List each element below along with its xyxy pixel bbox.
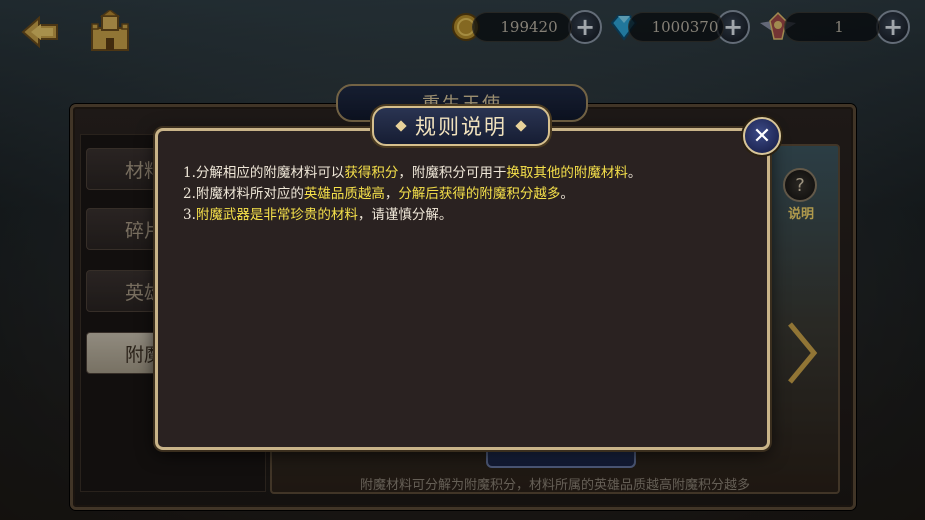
- rule-highlight-text: 英雄品质越高: [303, 186, 385, 202]
- rule-text: 分解相应的附魔材料可以: [195, 165, 345, 181]
- rule-highlight-text: 获得积分: [344, 165, 399, 181]
- rule-highlight-text: 附魔武器是非常珍贵的材料: [195, 207, 358, 223]
- rule-text: ，附魔积分可用于: [398, 165, 507, 181]
- dialog-title-banner: 规则说明: [372, 106, 550, 146]
- rule-number: 3.: [183, 207, 196, 223]
- rule-line: 2.附魔材料所对应的英雄品质越高，分解后获得的附魔积分越多。: [183, 184, 763, 205]
- rule-text: 。: [627, 165, 642, 181]
- rule-number: 2.: [183, 186, 196, 202]
- diamond-ornament-icon: [515, 120, 527, 132]
- rule-highlight-text: 换取其他的附魔材料: [506, 165, 628, 181]
- rule-line: 3.附魔武器是非常珍贵的材料，请谨慎分解。: [183, 205, 763, 226]
- rule-text: 附魔材料所对应的: [195, 186, 304, 202]
- rule-text: 。: [560, 186, 574, 202]
- rule-number: 1.: [183, 165, 196, 181]
- rules-list: 1.分解相应的附魔材料可以获得积分，附魔积分可用于换取其他的附魔材料。 2.附魔材…: [183, 163, 763, 226]
- dialog-title: 规则说明: [415, 115, 507, 139]
- rule-highlight-text: 分解后获得的附魔积分越多: [398, 186, 561, 202]
- rule-text: ，: [384, 186, 399, 202]
- rule-text: ，请谨慎分解。: [357, 207, 453, 223]
- diamond-ornament-icon: [395, 120, 407, 132]
- close-button[interactable]: ✕: [743, 117, 781, 155]
- close-icon: ✕: [752, 123, 772, 149]
- rule-line: 1.分解相应的附魔材料可以获得积分，附魔积分可用于换取其他的附魔材料。: [183, 163, 763, 184]
